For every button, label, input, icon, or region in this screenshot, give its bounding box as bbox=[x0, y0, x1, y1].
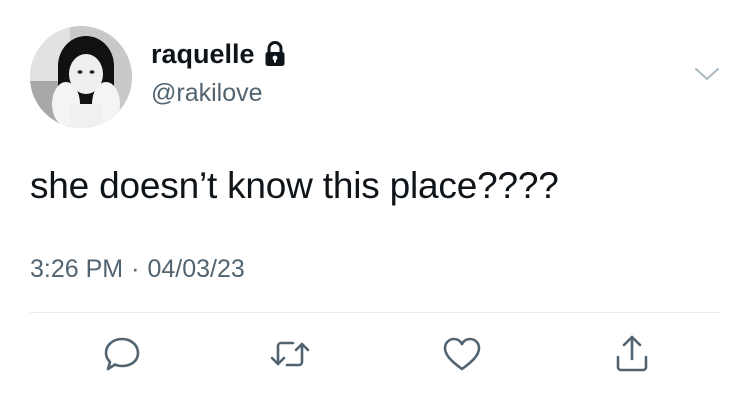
display-name[interactable]: raquelle bbox=[151, 38, 255, 70]
timestamp[interactable]: 3:26 PM · 04/03/23 bbox=[30, 253, 245, 285]
tweet-date[interactable]: 04/03/23 bbox=[147, 253, 244, 285]
divider bbox=[30, 312, 720, 313]
avatar[interactable] bbox=[30, 26, 132, 128]
tweet-text: she doesn’t know this place???? bbox=[30, 165, 559, 206]
lock-icon bbox=[264, 41, 286, 67]
share-icon bbox=[612, 333, 652, 380]
reply-button[interactable] bbox=[96, 330, 148, 382]
user-handle[interactable]: @rakilove bbox=[151, 78, 263, 108]
share-button[interactable] bbox=[606, 330, 658, 382]
tweet-time[interactable]: 3:26 PM bbox=[30, 253, 123, 285]
tweet-card: raquelle @rakilove she doesn’t know this… bbox=[0, 0, 750, 401]
heart-icon bbox=[441, 335, 483, 378]
speech-bubble-icon bbox=[102, 335, 142, 378]
action-bar bbox=[0, 330, 750, 380]
chevron-down-icon[interactable] bbox=[694, 64, 720, 84]
retweet-button[interactable] bbox=[264, 330, 316, 382]
timestamp-separator: · bbox=[131, 255, 140, 283]
display-name-row[interactable]: raquelle bbox=[151, 38, 286, 70]
like-button[interactable] bbox=[436, 330, 488, 382]
retweet-icon bbox=[269, 336, 311, 377]
